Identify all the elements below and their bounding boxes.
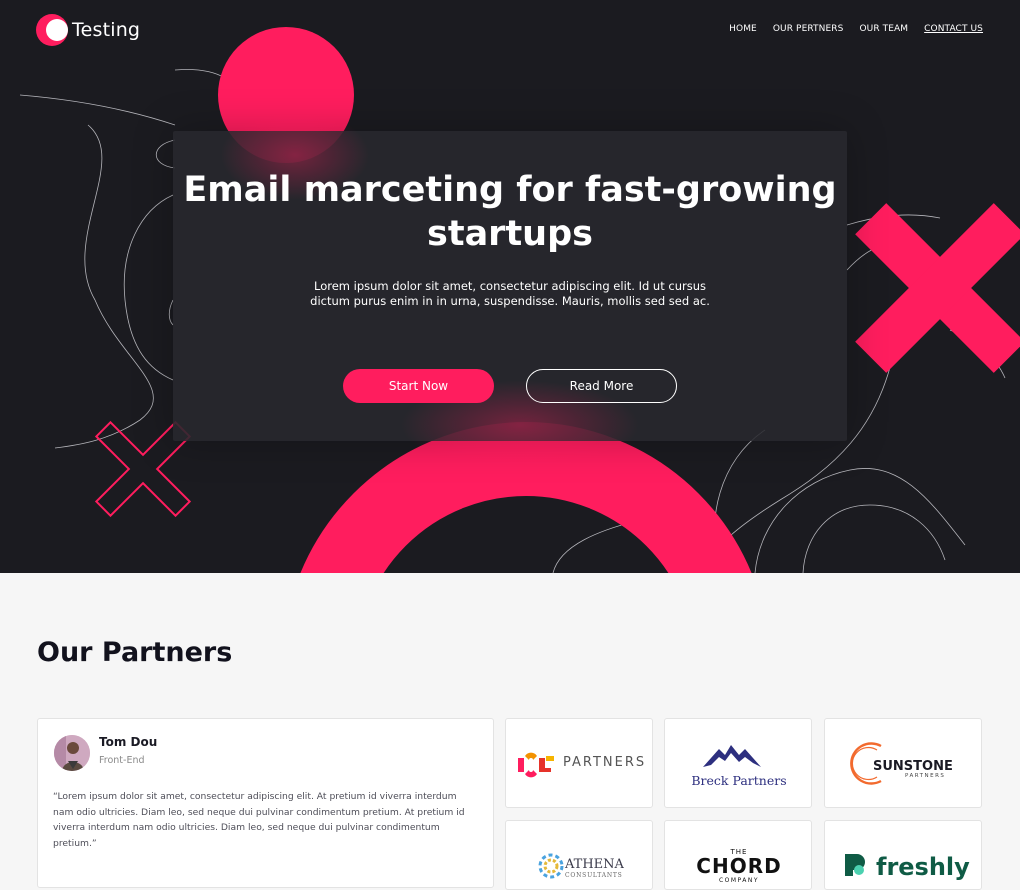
stc-partners-text: PARTNERS: [563, 755, 646, 770]
partner-logo-chord[interactable]: THE CHORD COMPANY: [664, 820, 812, 890]
logo-icon: [36, 14, 68, 46]
nav-our-team[interactable]: OUR TEAM: [859, 24, 908, 34]
athena-text: ATHENA: [564, 857, 625, 872]
nav-our-partners[interactable]: OUR PERTNERS: [773, 24, 844, 34]
breck-logo-icon: Breck Partners: [691, 745, 787, 788]
read-more-button[interactable]: Read More: [526, 369, 677, 403]
partner-logo-stc[interactable]: PARTNERS: [505, 718, 653, 808]
freshly-text: freshly: [876, 853, 970, 881]
hero-title: Email marceting for fast-growing startup…: [183, 170, 837, 254]
testimonial-name: Tom Dou: [99, 735, 158, 749]
chord-logo-icon: THE CHORD COMPANY: [696, 848, 781, 884]
chord-sub-text: COMPANY: [719, 877, 759, 884]
athena-logo-icon: ATHENA CONSULTANTS: [538, 853, 625, 879]
chord-text: CHORD: [696, 854, 781, 878]
testimonial-role: Front-End: [99, 755, 145, 766]
partners-title: Our Partners: [37, 637, 233, 668]
brand-name: Testing: [72, 19, 141, 41]
hero-section: Testing HOME OUR PERTNERS OUR TEAM CONTA…: [0, 0, 1020, 573]
nav-contact-us[interactable]: CONTACT US: [924, 24, 983, 34]
partner-logo-breck[interactable]: Breck Partners: [664, 718, 812, 808]
testimonial-card: Tom Dou Front-End “Lorem ipsum dolor sit…: [37, 718, 494, 888]
main-nav: HOME OUR PERTNERS OUR TEAM CONTACT US: [729, 24, 983, 34]
avatar: [54, 735, 90, 771]
start-now-button[interactable]: Start Now: [343, 369, 494, 403]
partner-logo-freshly[interactable]: freshly: [824, 820, 982, 890]
hero-subtitle: Lorem ipsum dolor sit amet, consectetur …: [310, 279, 710, 308]
nav-home[interactable]: HOME: [729, 24, 757, 34]
freshly-logo-icon: freshly: [845, 853, 970, 881]
deco-ring: [300, 422, 752, 573]
sunstone-sub-text: PARTNERS: [905, 773, 945, 779]
sunstone-text: SUNSTONE: [873, 759, 953, 774]
breck-text: Breck Partners: [691, 773, 786, 788]
partner-logo-sunstone[interactable]: SUNSTONE PARTNERS: [824, 718, 982, 808]
sunstone-logo-icon: SUNSTONE PARTNERS: [850, 742, 953, 785]
testimonial-quote: “Lorem ipsum dolor sit amet, consectetur…: [53, 791, 465, 849]
brand-logo[interactable]: Testing: [36, 14, 140, 46]
stc-logo-icon: PARTNERS: [518, 752, 646, 778]
partner-logo-athena[interactable]: ATHENA CONSULTANTS: [505, 820, 653, 890]
